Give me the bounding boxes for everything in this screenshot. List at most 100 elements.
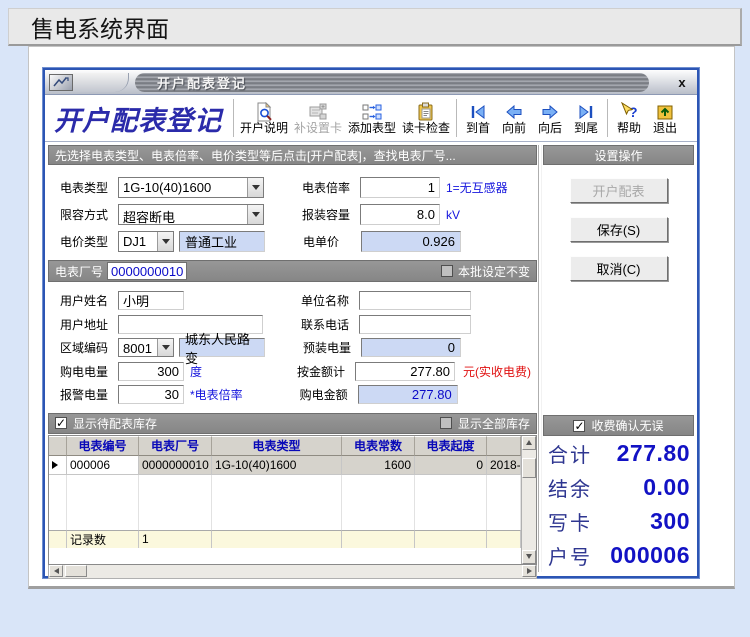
form-row: 区域编码 8001 城东人民路变 预装电量 0 <box>60 336 537 360</box>
toolbar-button-label: 向前 <box>502 122 526 135</box>
triangle-right-icon <box>527 568 532 574</box>
account-no-value: 000006 <box>610 542 690 569</box>
price-type-select[interactable]: DJ1 <box>118 231 174 252</box>
table-hscrollbar[interactable] <box>48 565 537 579</box>
purchase-qty-input[interactable] <box>118 362 184 381</box>
summary-row: 写卡 300 <box>543 504 694 538</box>
close-button[interactable]: x <box>673 75 691 90</box>
dropdown-arrow-icon[interactable] <box>247 205 263 224</box>
ratio-hint: 1=无互感器 <box>446 179 508 196</box>
column-header-meter-no[interactable]: 电表编号 <box>67 436 139 456</box>
factory-no-input[interactable] <box>107 262 187 280</box>
window-content: 先选择电表类型、电表倍率、电价类型等后点击[开户配表]，查找电表厂号... 电表… <box>45 142 697 576</box>
fee-confirm-checkbox[interactable] <box>573 420 585 432</box>
scroll-up-button[interactable] <box>522 436 536 450</box>
row-marker-cell <box>49 456 67 475</box>
capacity-input[interactable] <box>360 204 440 225</box>
go-previous-button[interactable]: 向前 <box>496 96 532 140</box>
column-header-factory-no[interactable]: 电表厂号 <box>139 436 212 456</box>
meter-type-label: 电表类型 <box>60 179 118 196</box>
column-header-date[interactable] <box>487 436 521 456</box>
cell-date[interactable]: 2018- <box>487 456 521 475</box>
hint-bar: 先选择电表类型、电表倍率、电价类型等后点击[开户配表]，查找电表厂号... <box>48 145 537 165</box>
cell-constant[interactable]: 1600 <box>342 456 415 475</box>
go-last-button[interactable]: 到尾 <box>568 96 604 140</box>
hscroll-thumb[interactable] <box>65 565 87 577</box>
purchase-amount-value: 277.80 <box>358 385 458 404</box>
phone-input[interactable] <box>359 315 471 334</box>
scroll-left-button[interactable] <box>49 565 63 577</box>
toolbar-button-label: 到首 <box>466 122 490 135</box>
add-meter-type-button[interactable]: 添加表型 <box>345 96 399 140</box>
read-card-check-button[interactable]: 读卡检查 <box>399 96 453 140</box>
form-row: 用户姓名 单位名称 <box>60 289 537 313</box>
cell-meter-no[interactable]: 000006 <box>67 456 139 475</box>
by-amount-label: 按金额计 <box>297 363 355 380</box>
by-amount-input[interactable] <box>355 362 455 381</box>
column-header-start[interactable]: 电表起度 <box>415 436 487 456</box>
area-code-label: 区域编码 <box>60 339 118 356</box>
window-titlebar[interactable]: 开户配表登记 x <box>45 70 697 95</box>
toolbar-separator <box>607 99 608 137</box>
dropdown-arrow-icon[interactable] <box>247 178 263 197</box>
confirm-bar: 收费确认无误 <box>543 415 694 436</box>
user-name-label: 用户姓名 <box>60 292 118 309</box>
summary-row: 合计 277.80 <box>543 436 694 470</box>
cell-meter-type[interactable]: 1G-10(40)1600 <box>212 456 342 475</box>
go-first-button[interactable]: 到首 <box>460 96 496 140</box>
alarm-qty-input[interactable] <box>118 385 184 404</box>
cell-start[interactable]: 0 <box>415 456 487 475</box>
ratio-input[interactable] <box>360 177 440 198</box>
column-header-constant[interactable]: 电表常数 <box>342 436 415 456</box>
factory-bar: 电表厂号 本批设定不变 <box>48 260 537 282</box>
address-label: 用户地址 <box>60 316 118 333</box>
factory-no-label: 电表厂号 <box>55 263 103 280</box>
preload-value: 0 <box>361 338 461 357</box>
meter-form: 电表类型 1G-10(40)1600 电表倍率 1=无互感器 限容方式 超容断电 <box>48 165 537 257</box>
exit-icon <box>654 102 676 122</box>
help-button[interactable]: ? 帮助 <box>611 96 647 140</box>
exit-button[interactable]: 退出 <box>647 96 683 140</box>
fee-confirm-label: 收费确认无误 <box>591 417 663 434</box>
scroll-right-button[interactable] <box>522 565 536 577</box>
show-all-checkbox[interactable] <box>440 417 452 429</box>
purchase-amount-label: 购电金额 <box>300 386 358 403</box>
dropdown-arrow-icon[interactable] <box>157 232 173 251</box>
column-header-meter-type[interactable]: 电表类型 <box>212 436 342 456</box>
vscroll-thumb[interactable] <box>522 458 536 478</box>
go-next-button[interactable]: 向后 <box>532 96 568 140</box>
dropdown-arrow-icon[interactable] <box>157 339 173 356</box>
doc-search-icon <box>253 102 275 122</box>
meter-type-select[interactable]: 1G-10(40)1600 <box>118 177 264 198</box>
user-name-input[interactable] <box>118 291 184 310</box>
meter-type-value: 1G-10(40)1600 <box>119 178 247 197</box>
area-code-value: 8001 <box>119 339 157 356</box>
phone-label: 联系电话 <box>301 316 359 333</box>
account-info-button[interactable]: 开户说明 <box>237 96 291 140</box>
price-type-value: DJ1 <box>119 232 157 251</box>
app-window: 开户配表登记 x 开户配表登记 开户说明 补设置卡 添加表型 读卡检查 <box>43 68 699 578</box>
form-row: 购电电量 度 按金额计 元(实收电费) <box>60 360 537 384</box>
supplement-card-button: 补设置卡 <box>291 96 345 140</box>
org-name-input[interactable] <box>359 291 471 310</box>
scroll-down-button[interactable] <box>522 550 536 564</box>
limit-mode-select[interactable]: 超容断电 <box>118 204 264 225</box>
add-meter-type-icon <box>361 102 383 122</box>
cell-factory-no[interactable]: 0000000010 <box>139 456 212 475</box>
content-card: 开户配表登记 x 开户配表登记 开户说明 补设置卡 添加表型 读卡检查 <box>28 46 735 589</box>
area-code-select[interactable]: 8001 <box>118 338 174 357</box>
save-button[interactable]: 保存(S) <box>570 217 668 242</box>
page-title: 售电系统界面 <box>8 8 742 46</box>
table-vscrollbar[interactable] <box>521 436 536 564</box>
svg-text:?: ? <box>629 104 638 120</box>
org-name-label: 单位名称 <box>301 292 359 309</box>
preload-label: 预装电量 <box>303 339 361 356</box>
show-pending-checkbox[interactable] <box>55 417 67 429</box>
form-row: 限容方式 超容断电 报装容量 kV <box>60 201 537 228</box>
cancel-button[interactable]: 取消(C) <box>570 256 668 281</box>
toolbar-separator <box>233 99 234 137</box>
unit-price-value: 0.926 <box>361 231 461 252</box>
total-value: 277.80 <box>617 440 690 467</box>
empty-cell <box>49 475 67 530</box>
batch-fixed-checkbox[interactable] <box>441 265 453 277</box>
